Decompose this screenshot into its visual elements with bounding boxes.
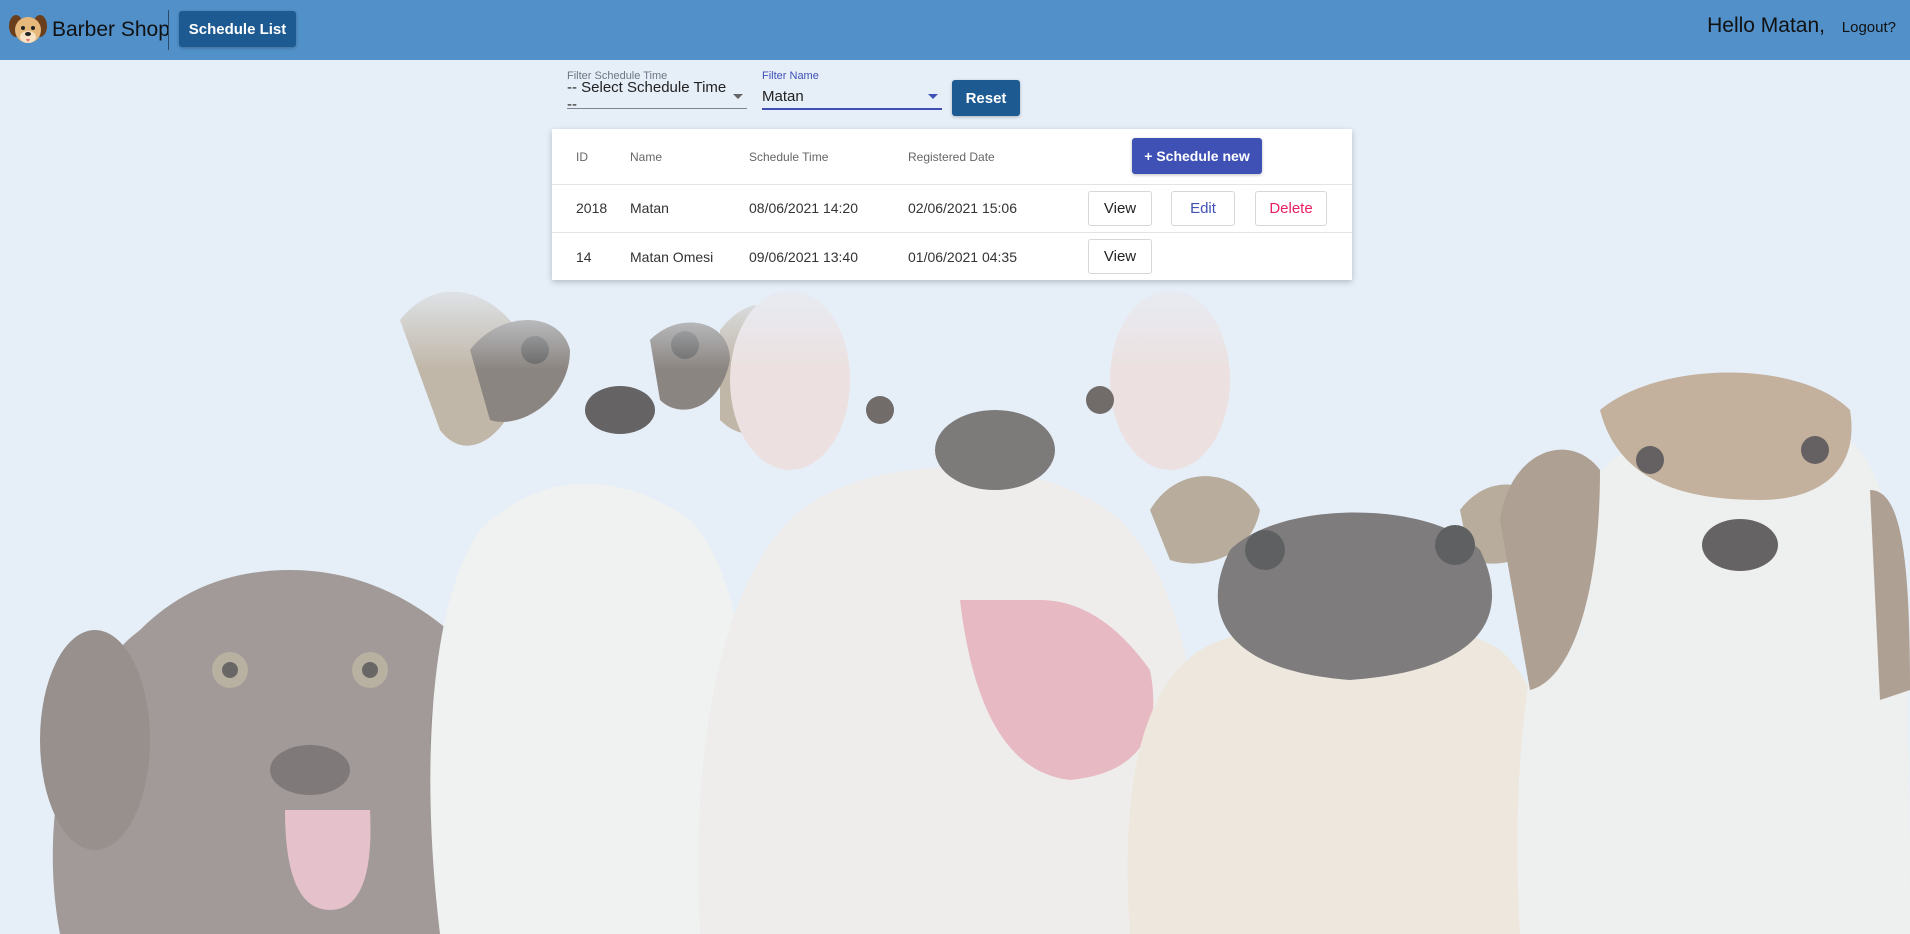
schedule-new-button[interactable]: + Schedule new: [1132, 138, 1262, 174]
cell-schedule-time: 08/06/2021 14:20: [749, 200, 858, 216]
view-button[interactable]: View: [1088, 239, 1152, 274]
schedule-table: ID Name Schedule Time Registered Date + …: [552, 129, 1352, 280]
brand-divider: [168, 10, 169, 50]
puppies-background-image: [0, 270, 1910, 934]
filter-schedule-time[interactable]: Filter Schedule Time -- Select Schedule …: [567, 70, 747, 113]
logout-link[interactable]: Logout?: [1842, 19, 1896, 36]
caret-down-icon: [928, 93, 938, 99]
delete-button[interactable]: Delete: [1255, 190, 1327, 226]
schedule-list-button[interactable]: Schedule List: [179, 11, 296, 47]
column-header-schedule-time: Schedule Time: [749, 149, 829, 164]
cell-registered-date: 02/06/2021 15:06: [908, 200, 1017, 216]
cell-registered-date: 01/06/2021 04:35: [908, 248, 1017, 265]
cell-name: Matan Omesi: [630, 248, 714, 265]
dog-logo-icon: [9, 15, 47, 43]
column-header-id: ID: [576, 149, 588, 164]
filter-name-label: Filter Name: [762, 70, 819, 82]
filter-schedule-time-value: -- Select Schedule Time --: [567, 79, 727, 113]
filter-name-select[interactable]: Matan: [762, 84, 942, 110]
filter-name-value: Matan: [762, 87, 804, 105]
view-button[interactable]: View: [1088, 190, 1152, 226]
table-row: 2018 Matan 08/06/2021 14:20 02/06/2021 1…: [552, 184, 1352, 233]
column-header-name: Name: [630, 149, 663, 164]
filter-name[interactable]: Filter Name Matan: [762, 70, 942, 110]
filter-schedule-time-select[interactable]: -- Select Schedule Time --: [567, 79, 747, 113]
cell-id: 2018: [576, 200, 608, 216]
top-navbar: Barber Shop Schedule List Hello Matan, L…: [0, 0, 1910, 60]
table-header-row: ID Name Schedule Time Registered Date + …: [552, 129, 1352, 185]
table-row: 14 Matan Omesi 09/06/2021 13:40 01/06/20…: [552, 233, 1352, 280]
brand-name: Barber Shop: [52, 18, 170, 41]
cell-schedule-time: 09/06/2021 13:40: [749, 248, 858, 265]
reset-button[interactable]: Reset: [952, 80, 1020, 116]
cell-id: 14: [576, 248, 592, 265]
brand[interactable]: Barber Shop: [8, 10, 170, 50]
cell-name: Matan: [630, 200, 669, 216]
column-header-registered-date: Registered Date: [908, 149, 995, 164]
caret-down-icon: [733, 93, 743, 99]
edit-button[interactable]: Edit: [1171, 190, 1235, 226]
greeting-text: Hello Matan,: [1707, 14, 1825, 37]
